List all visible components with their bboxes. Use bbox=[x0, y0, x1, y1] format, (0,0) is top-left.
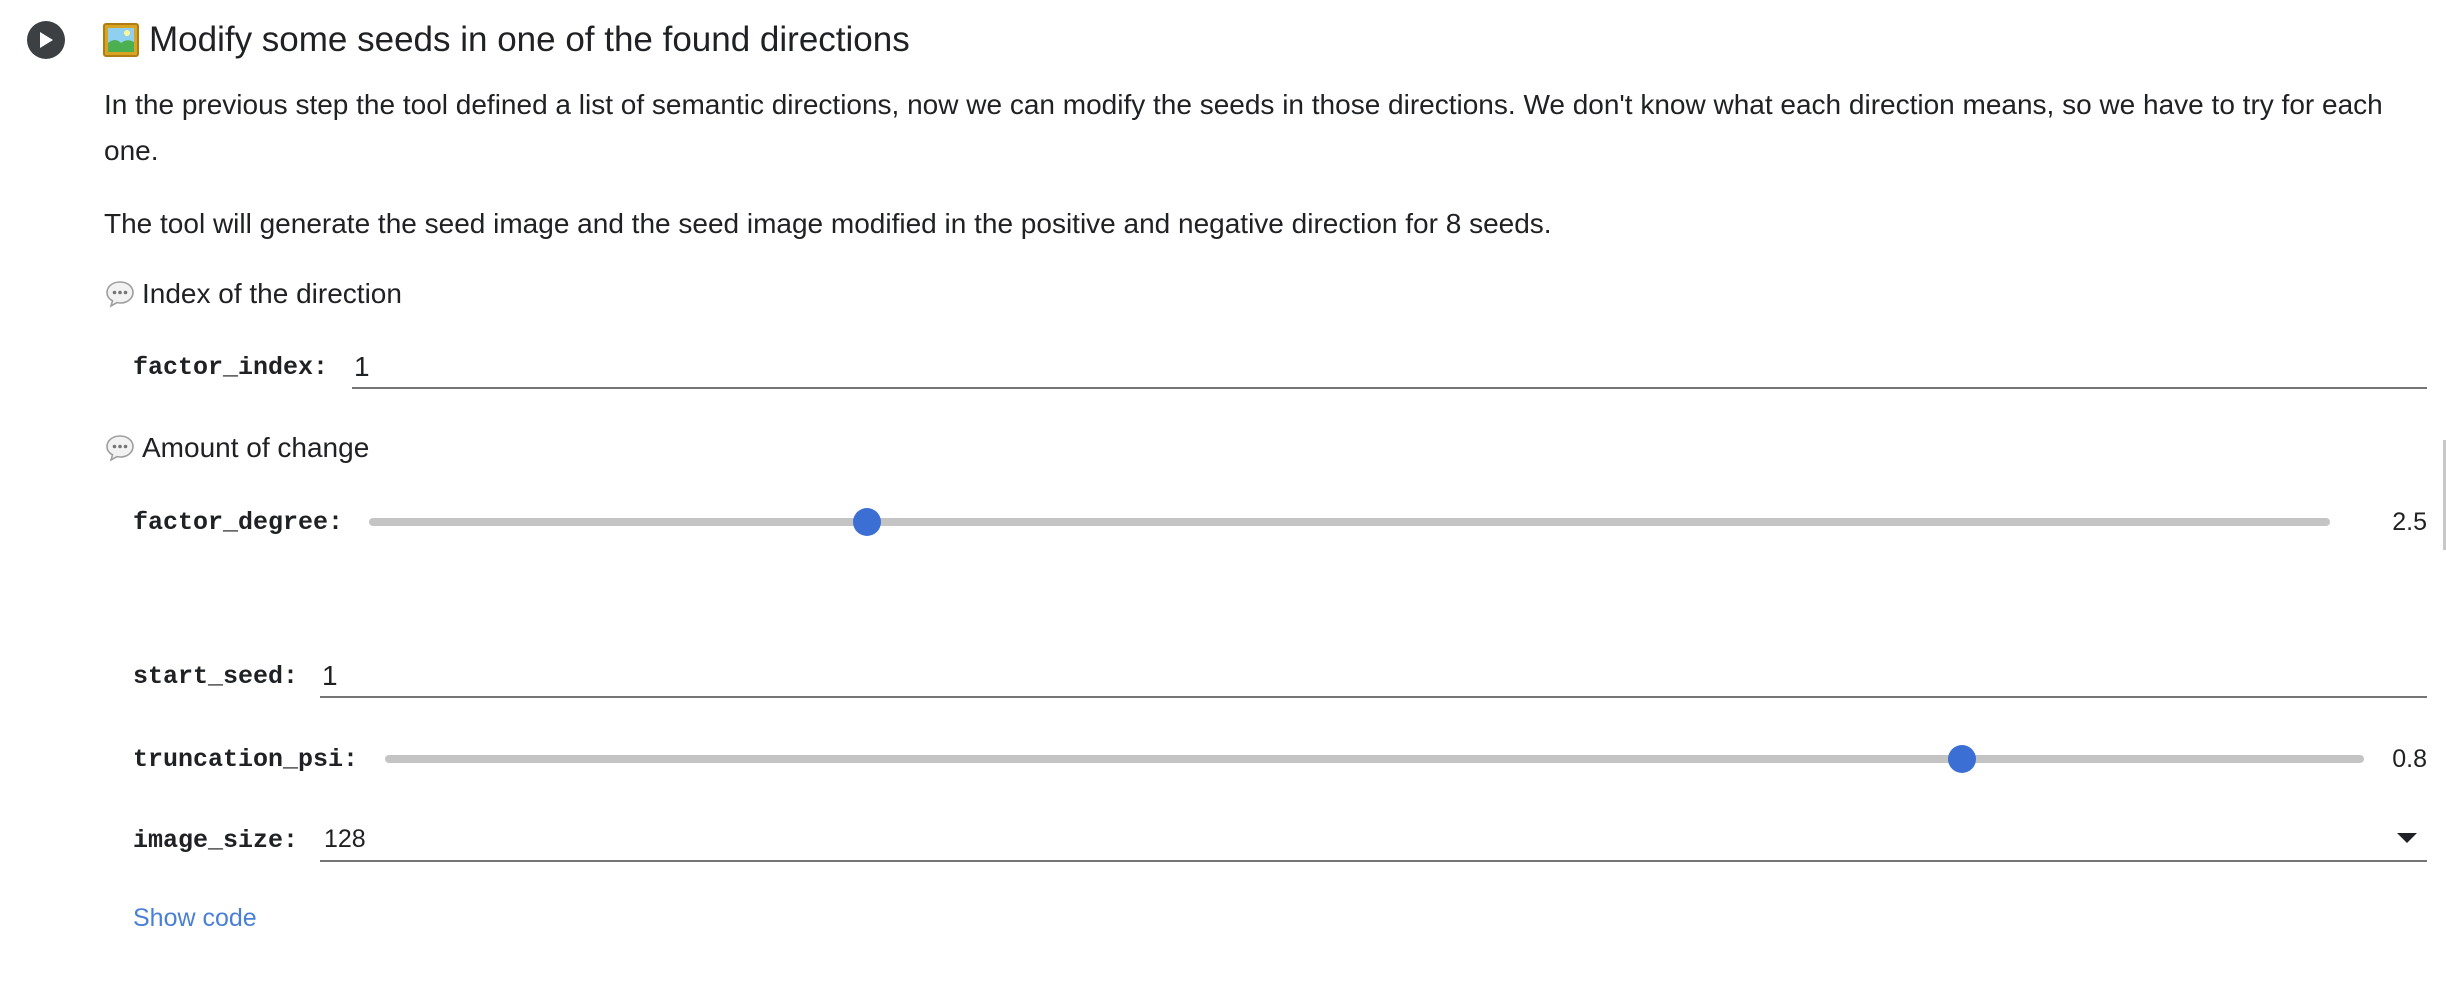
factor-index-label: factor_index: bbox=[133, 352, 329, 382]
truncation-psi-slider-thumb[interactable] bbox=[1948, 745, 1977, 773]
truncation-psi-label: truncation_psi: bbox=[133, 744, 359, 774]
factor-degree-label: factor_degree: bbox=[133, 507, 344, 537]
image-size-selected-value: 128 bbox=[324, 824, 366, 853]
section-heading-direction: Index of the direction bbox=[104, 274, 402, 314]
truncation-psi-slider[interactable] bbox=[385, 745, 2364, 773]
section-heading-change: Amount of change bbox=[104, 428, 369, 468]
cell-title-text: Modify some seeds in one of the found di… bbox=[149, 20, 910, 59]
factor-degree-slider[interactable] bbox=[369, 508, 2330, 536]
speech-bubble-icon bbox=[106, 435, 134, 462]
notebook-form-cell: Modify some seeds in one of the found di… bbox=[0, 0, 2446, 982]
description-paragraph-2: The tool will generate the seed image an… bbox=[104, 208, 1552, 239]
dropdown-arrow-icon[interactable] bbox=[2397, 833, 2417, 843]
show-code-link[interactable]: Show code bbox=[133, 900, 257, 936]
start-seed-label: start_seed: bbox=[133, 661, 299, 691]
run-cell-button[interactable] bbox=[27, 21, 65, 59]
factor-degree-slider-thumb[interactable] bbox=[853, 508, 882, 536]
description-paragraph-1: In the previous step the tool defined a … bbox=[104, 89, 2383, 166]
speech-bubble-icon bbox=[106, 281, 134, 308]
framed-picture-icon bbox=[103, 23, 139, 57]
image-size-label: image_size: bbox=[133, 825, 299, 855]
factor-degree-value: 2.5 bbox=[2392, 507, 2427, 536]
truncation-psi-value: 0.8 bbox=[2392, 744, 2427, 773]
section-heading-change-text: Amount of change bbox=[142, 432, 370, 463]
cell-title: Modify some seeds in one of the found di… bbox=[103, 14, 910, 66]
image-size-select[interactable]: 128 bbox=[320, 818, 2427, 862]
section-heading-direction-text: Index of the direction bbox=[142, 278, 402, 309]
play-icon bbox=[40, 32, 53, 48]
start-seed-input[interactable] bbox=[320, 656, 2427, 698]
factor-index-input[interactable] bbox=[352, 347, 2427, 389]
